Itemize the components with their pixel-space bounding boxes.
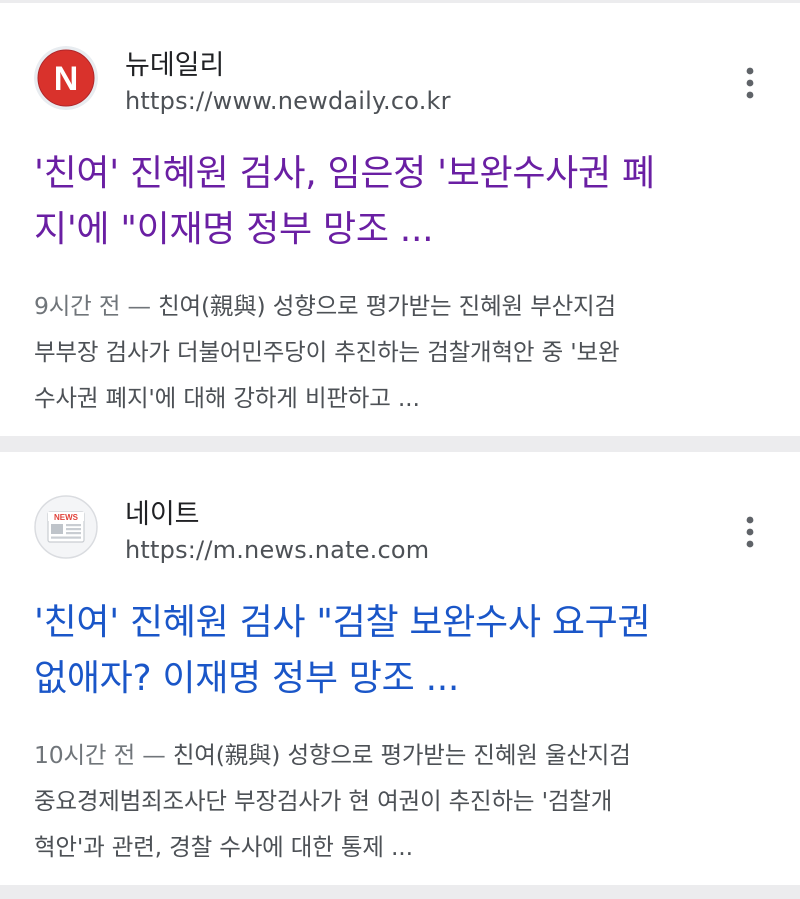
- title-line: '친여' 진혜원 검사, 임은정 '보완수사권 폐: [34, 153, 655, 194]
- svg-text:NEWS: NEWS: [54, 513, 79, 522]
- result-time: 10시간 전 —: [34, 741, 173, 769]
- more-options-button[interactable]: [732, 510, 768, 554]
- search-result-card: NEWS 네이트 https://m.news.nate.com '친여' 진혜…: [0, 452, 800, 885]
- source-url: https://m.news.nate.com: [125, 536, 430, 564]
- title-line: '친여' 진혜원 검사 "검찰 보완수사 요구권: [34, 602, 651, 643]
- source-name: 뉴데일리: [125, 50, 225, 81]
- svg-text:N: N: [54, 60, 79, 98]
- snippet-line: 혁안'과 관련, 경찰 수사에 대한 통제 ...: [34, 833, 413, 861]
- search-results-page: N 뉴데일리 https://www.newdaily.co.kr '친여' 진…: [0, 0, 800, 899]
- snippet-line: 부부장 검사가 더불어민주당이 추진하는 검찰개혁안 중 '보완: [34, 338, 620, 366]
- snippet-line: 수사권 폐지'에 대해 강하게 비판하고 ...: [34, 384, 420, 412]
- newdaily-logo-icon: N: [34, 46, 98, 110]
- snippet-line: 중요경제범죄조사단 부장검사가 현 여권이 추진하는 '검찰개: [34, 787, 613, 815]
- result-separator: [0, 885, 800, 899]
- result-source-row[interactable]: NEWS 네이트 https://m.news.nate.com: [0, 452, 800, 577]
- nate-news-icon: NEWS: [34, 495, 98, 559]
- result-snippet: 10시간 전 — 친여(親與) 성향으로 평가받는 진혜원 울산지검 중요경제범…: [34, 732, 768, 870]
- more-options-button[interactable]: [732, 61, 768, 105]
- source-url: https://www.newdaily.co.kr: [125, 87, 451, 115]
- result-separator: [0, 436, 800, 452]
- more-vert-icon: [746, 516, 754, 548]
- result-time: 9시간 전 —: [34, 292, 159, 320]
- result-title-link[interactable]: '친여' 진혜원 검사, 임은정 '보완수사권 폐 지'에 "이재명 정부 망조…: [34, 146, 764, 258]
- source-name: 네이트: [125, 499, 200, 530]
- more-vert-icon: [746, 67, 754, 99]
- title-line: 없애자? 이재명 정부 망조 ...: [34, 658, 460, 699]
- snippet-text: 친여(親與) 성향으로 평가받는 진혜원 부산지검: [158, 292, 616, 320]
- search-result-card: N 뉴데일리 https://www.newdaily.co.kr '친여' 진…: [0, 3, 800, 436]
- result-source-row[interactable]: N 뉴데일리 https://www.newdaily.co.kr: [0, 3, 800, 128]
- snippet-line: 9시간 전 — 친여(親與) 성향으로 평가받는 진혜원 부산지검: [34, 283, 768, 329]
- result-snippet: 9시간 전 — 친여(親與) 성향으로 평가받는 진혜원 부산지검 부부장 검사…: [34, 283, 768, 421]
- title-line: 지'에 "이재명 정부 망조 ...: [34, 209, 434, 250]
- result-title-link[interactable]: '친여' 진혜원 검사 "검찰 보완수사 요구권 없애자? 이재명 정부 망조 …: [34, 595, 764, 707]
- snippet-line: 10시간 전 — 친여(親與) 성향으로 평가받는 진혜원 울산지검: [34, 732, 768, 778]
- snippet-text: 친여(親與) 성향으로 평가받는 진혜원 울산지검: [172, 741, 631, 769]
